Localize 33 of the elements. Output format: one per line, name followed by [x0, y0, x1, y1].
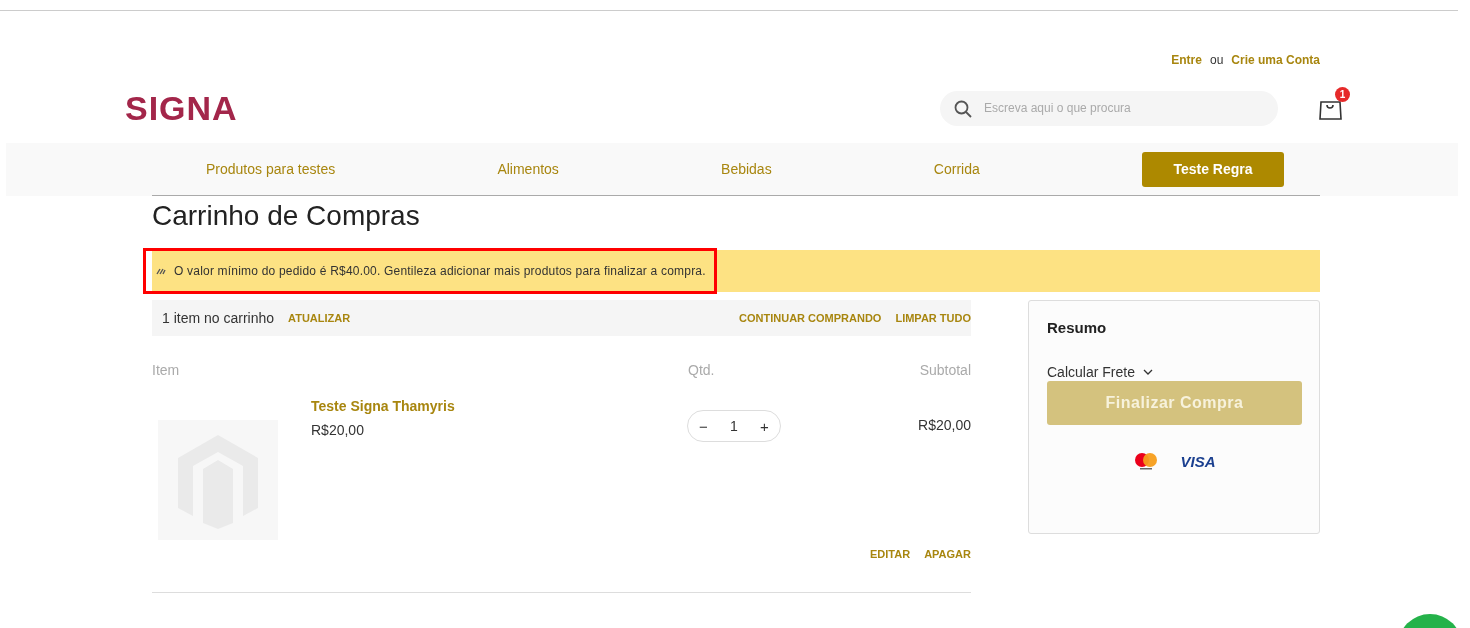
- product-name-link[interactable]: Teste Signa Thamyris: [311, 398, 687, 414]
- nav-link[interactable]: Alimentos: [497, 161, 559, 177]
- row-subtotal: R$20,00: [917, 416, 971, 435]
- visa-logo: VISA: [1180, 452, 1216, 470]
- login-link[interactable]: Entre: [1171, 53, 1202, 67]
- column-header: Subtotal: [918, 362, 971, 378]
- logo[interactable]: SIGNA: [125, 88, 238, 128]
- column-header: Item: [152, 362, 181, 378]
- shipping-toggle[interactable]: Calcular Frete: [1047, 364, 1153, 380]
- edit-link[interactable]: EDITAR: [870, 548, 911, 560]
- update-link[interactable]: ATUALIZAR: [288, 312, 351, 324]
- continue-shopping-link[interactable]: CONTINUAR COMPRANDO: [739, 312, 882, 324]
- minus-button[interactable]: −: [699, 417, 708, 435]
- nav-button[interactable]: Teste Regra: [1141, 151, 1284, 187]
- notice-text: O valor mínimo do pedido é R$40.00. Gentileza adicionar mais produtos para finalizar a compra.: [174, 264, 706, 278]
- nav-link[interactable]: Corrida: [933, 161, 980, 177]
- column-header: Qtd.: [688, 362, 716, 378]
- plus-button[interactable]: +: [760, 417, 769, 435]
- signup-link[interactable]: Crie uma Conta: [1231, 53, 1320, 67]
- quantity-value: 1: [730, 418, 738, 434]
- separator-text: ou: [1209, 53, 1224, 67]
- product-price: R$20,00: [311, 422, 365, 438]
- warning-icon: [156, 267, 166, 275]
- nav-link[interactable]: Produtos para testes: [206, 161, 336, 177]
- clear-all-link[interactable]: LIMPAR TUDO: [895, 312, 971, 324]
- search-field[interactable]: Escreva aqui o que procura: [940, 90, 1278, 126]
- chevron-icon: [1142, 369, 1153, 375]
- summary-title: Resumo: [1047, 319, 1108, 336]
- page-title: Carrinho de Compras: [152, 200, 421, 232]
- delete-link[interactable]: APAGAR: [924, 548, 971, 560]
- item-count: 1 item no carrinho: [162, 310, 275, 326]
- cart-count-badge: 1: [1335, 87, 1350, 102]
- nav-link[interactable]: Bebidas: [721, 161, 772, 177]
